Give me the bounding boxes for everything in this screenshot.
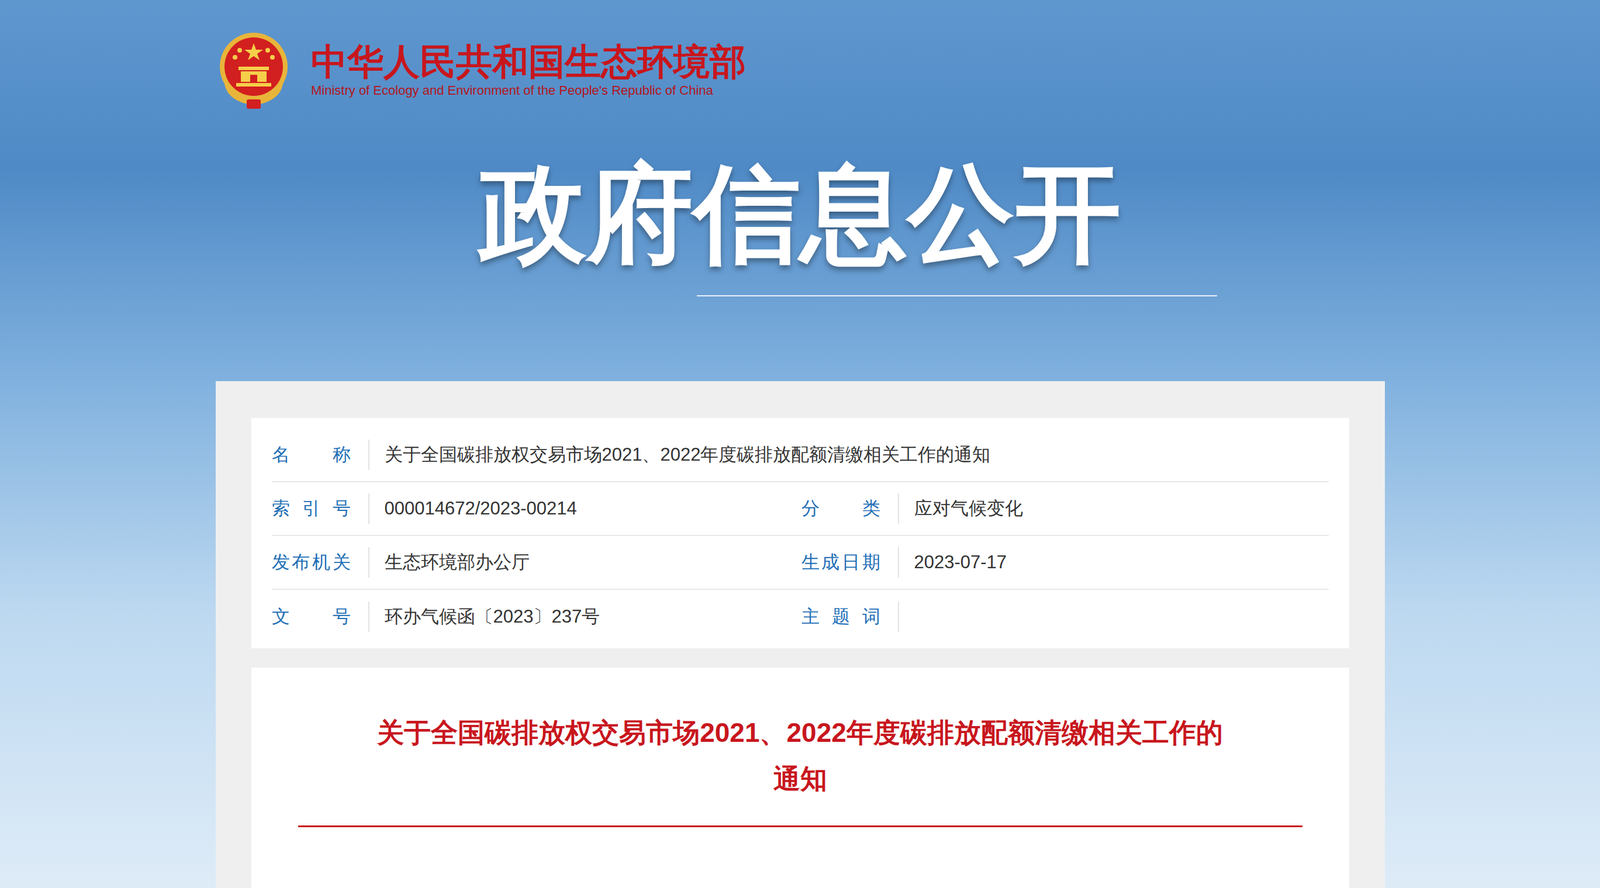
meta-value: 000014672/2023-00214	[384, 495, 577, 523]
meta-field: 名称 关于全国碳排放权交易市场2021、2022年度碳排放配额清缴相关工作的通知	[271, 439, 1329, 471]
meta-label: 生成日期	[801, 548, 881, 577]
meta-row: 发布机关 生态环境部办公厅 生成日期 2023-07-17	[271, 536, 1329, 590]
document-card: 关于全国碳排放权交易市场2021、2022年度碳排放配额清缴相关工作的通知	[251, 667, 1350, 888]
meta-row: 文号 环办气候函〔2023〕237号 主题词	[271, 589, 1329, 644]
meta-field: 发布机关 生态环境部办公厅	[271, 547, 802, 578]
site-title: 中华人民共和国生态环境部	[310, 40, 746, 83]
meta-row: 索引号 000014672/2023-00214 分类 应对气候变化	[271, 482, 1329, 537]
meta-separator	[368, 439, 370, 471]
meta-separator	[368, 493, 370, 524]
meta-separator	[368, 601, 370, 632]
meta-value: 2023-07-17	[914, 548, 1008, 577]
meta-field: 生成日期 2023-07-17	[801, 547, 1329, 578]
banner-underline-row	[0, 295, 1600, 297]
meta-label: 发布机关	[271, 548, 351, 577]
meta-field: 文号 环办气候函〔2023〕237号	[271, 601, 802, 632]
site-header: 中华人民共和国生态环境部Ministry of Ecology and Envi…	[0, 30, 1600, 110]
meta-value: 应对气候变化	[914, 495, 1024, 523]
meta-field: 分类 应对气候变化	[801, 493, 1329, 524]
meta-card: 名称 关于全国碳排放权交易市场2021、2022年度碳排放配额清缴相关工作的通知索…	[251, 417, 1350, 649]
meta-label: 主题词	[801, 603, 881, 631]
banner: 政府信息公开	[0, 160, 1600, 268]
document-title: 关于全国碳排放权交易市场2021、2022年度碳排放配额清缴相关工作的通知	[373, 709, 1228, 803]
meta-separator	[897, 547, 900, 578]
title-divider	[298, 825, 1303, 828]
site-subtitle: Ministry of Ecology and Environment of t…	[310, 82, 746, 100]
meta-field: 索引号 000014672/2023-00214	[271, 493, 802, 524]
banner-title: 政府信息公开	[479, 160, 1122, 268]
meta-separator	[368, 547, 370, 578]
meta-field: 主题词	[801, 601, 1329, 632]
content-panel: 名称关于全国碳排放权交易市场2021、2022年度碳排放配额清缴相关工作的通知索…	[215, 381, 1385, 888]
site-title-block: 中华人民共和国生态环境部Ministry of Ecology and Envi…	[310, 40, 746, 100]
meta-value: 生态环境部办公厅	[384, 548, 530, 577]
meta-label: 分类	[801, 495, 881, 523]
meta-value: 关于全国碳排放权交易市场2021、2022年度碳排放配额清缴相关工作的通知	[384, 441, 991, 469]
banner-underline	[696, 295, 1218, 297]
meta-separator	[897, 493, 900, 524]
meta-label: 文号	[271, 603, 351, 631]
meta-value: 环办气候函〔2023〕237号	[384, 603, 601, 631]
meta-label: 名称	[271, 441, 351, 469]
page: 中华人民共和国生态环境部Ministry of Ecology and Envi…	[0, 0, 1600, 888]
meta-label: 索引号	[271, 495, 351, 523]
meta-row: 名称 关于全国碳排放权交易市场2021、2022年度碳排放配额清缴相关工作的通知	[271, 428, 1329, 483]
meta-separator	[897, 601, 900, 632]
national-emblem-icon	[216, 30, 292, 110]
